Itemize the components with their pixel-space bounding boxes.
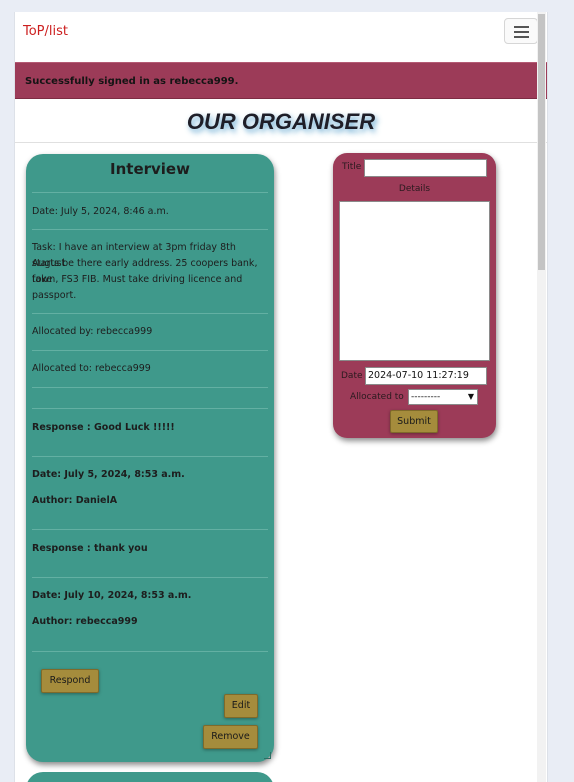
allocated-to-selected: --------- (411, 392, 441, 402)
allocated-to-select[interactable]: --------- ▼ (408, 389, 478, 405)
divider (32, 350, 268, 351)
page: ToP/list Successfully signed in as rebec… (14, 12, 548, 782)
divider (32, 529, 268, 530)
allocated-to-label: Allocated to (350, 392, 404, 402)
response-author: Author: rebecca999 (32, 616, 138, 627)
divider (15, 142, 547, 143)
task-description-line: passport. (32, 290, 77, 301)
remove-button[interactable]: Remove (203, 725, 258, 749)
response-text: Response : Good Luck !!!!! (32, 422, 175, 433)
hamburger-icon (514, 26, 529, 28)
task-description-line: town, FS3 FIB. Must take driving licence… (32, 274, 243, 285)
details-label: Details (398, 184, 431, 194)
scrollbar-thumb[interactable] (538, 14, 545, 270)
brand-link[interactable]: ToP/list (23, 24, 68, 39)
divider (32, 313, 268, 314)
title-label: Title (342, 162, 362, 172)
response-date: Date: July 5, 2024, 8:53 a.m. (32, 469, 185, 480)
respond-button[interactable]: Respond (41, 669, 99, 693)
task-card: Interview Date: July 5, 2024, 8:46 a.m. … (26, 154, 274, 762)
alert-message: Successfully signed in as rebecca999. (25, 76, 239, 87)
divider (32, 577, 268, 578)
success-alert: Successfully signed in as rebecca999. (15, 62, 547, 99)
date-input[interactable]: 2024-07-10 11:27:19 (365, 367, 487, 385)
divider (32, 651, 268, 652)
edit-button[interactable]: Edit (224, 694, 258, 718)
response-date: Date: July 10, 2024, 8:53 a.m. (32, 590, 192, 601)
hamburger-icon (514, 31, 529, 33)
resize-grip-icon[interactable] (264, 752, 271, 759)
chevron-down-icon: ▼ (467, 392, 474, 401)
response-author: Author: DanielA (32, 495, 118, 506)
title-input[interactable] (364, 159, 487, 177)
submit-button[interactable]: Submit (390, 410, 438, 433)
divider (32, 192, 268, 193)
hamburger-icon (514, 36, 529, 38)
allocated-to: Allocated to: rebecca999 (32, 363, 151, 374)
task-date: Date: July 5, 2024, 8:46 a.m. (32, 206, 169, 217)
date-label: Date (341, 371, 363, 381)
allocated-by: Allocated by: rebecca999 (32, 326, 153, 337)
divider (32, 387, 268, 388)
task-card (26, 772, 274, 782)
details-textarea[interactable] (339, 201, 490, 361)
page-heading: OUR ORGANISER (186, 109, 376, 134)
navbar: ToP/list (15, 12, 547, 63)
divider (32, 229, 268, 230)
menu-toggle-button[interactable] (504, 18, 538, 44)
divider (32, 408, 268, 409)
task-title: Interview (110, 160, 190, 178)
response-text: Response : thank you (32, 543, 148, 554)
task-form: Title Details Date 2024-07-10 11:27:19 A… (333, 153, 496, 438)
divider (32, 456, 268, 457)
